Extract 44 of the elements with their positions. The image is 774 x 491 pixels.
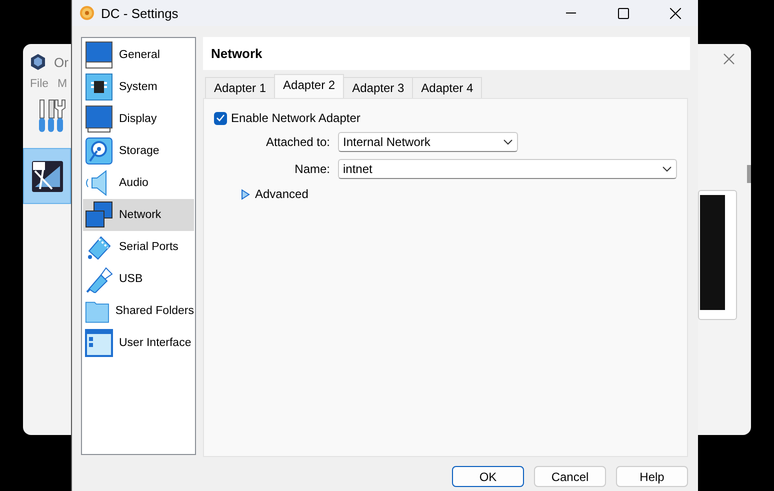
- sidebar-item[interactable]: Display: [83, 103, 194, 135]
- advanced-toggle[interactable]: Advanced: [241, 187, 677, 201]
- sidebar-item[interactable]: USB: [83, 263, 194, 295]
- usb-icon: [85, 265, 113, 293]
- gear-icon: [79, 5, 95, 21]
- dialog-button[interactable]: Cancel: [534, 466, 606, 487]
- scrollbar-thumb[interactable]: [747, 165, 751, 183]
- checkbox-label[interactable]: Enable Network Adapter: [231, 111, 360, 125]
- dialog-button[interactable]: Help: [616, 466, 688, 487]
- close-icon[interactable]: [723, 53, 735, 65]
- sidebar-item[interactable]: General: [83, 39, 194, 71]
- monitor-icon: [85, 105, 113, 133]
- monitor-icon: [85, 41, 113, 69]
- window-icon: [85, 329, 113, 357]
- network-icon: [85, 201, 113, 229]
- field-label: Name:: [294, 162, 331, 176]
- sidebar-item[interactable]: Serial Ports: [83, 231, 194, 263]
- window-title: DC - Settings: [101, 6, 180, 20]
- sidebar-item[interactable]: User Interface: [83, 327, 194, 359]
- dropdown[interactable]: intnet: [338, 159, 677, 179]
- maximize-icon: [618, 8, 628, 18]
- field-label: Attached to:: [264, 135, 331, 149]
- sidebar-item[interactable]: Shared Folders: [83, 295, 194, 327]
- window-title: Or: [54, 54, 68, 70]
- os-icon: [32, 160, 62, 192]
- vm-list-item[interactable]: [23, 148, 71, 204]
- dropdown[interactable]: Internal Network: [338, 132, 518, 152]
- caret-icon: [662, 166, 672, 172]
- sidebar-item[interactable]: System: [83, 71, 194, 103]
- tools-icon[interactable]: [38, 98, 68, 134]
- tab[interactable]: Adapter 4: [412, 77, 482, 98]
- close-icon: [670, 8, 680, 18]
- tab[interactable]: Adapter 2: [274, 74, 344, 98]
- dialog-button[interactable]: OK: [452, 466, 524, 487]
- sidebar-item[interactable]: Audio: [83, 167, 194, 199]
- tab[interactable]: Adapter 1: [205, 77, 276, 98]
- sidebar-item[interactable]: Network: [83, 199, 194, 231]
- checkbox[interactable]: [214, 112, 227, 124]
- cube-icon: [30, 53, 46, 71]
- triangle-icon: [241, 188, 250, 200]
- sidebar-item[interactable]: Storage: [83, 135, 194, 167]
- page-title: Network: [203, 37, 690, 70]
- chip-icon: [85, 73, 113, 101]
- caret-icon: [503, 139, 513, 145]
